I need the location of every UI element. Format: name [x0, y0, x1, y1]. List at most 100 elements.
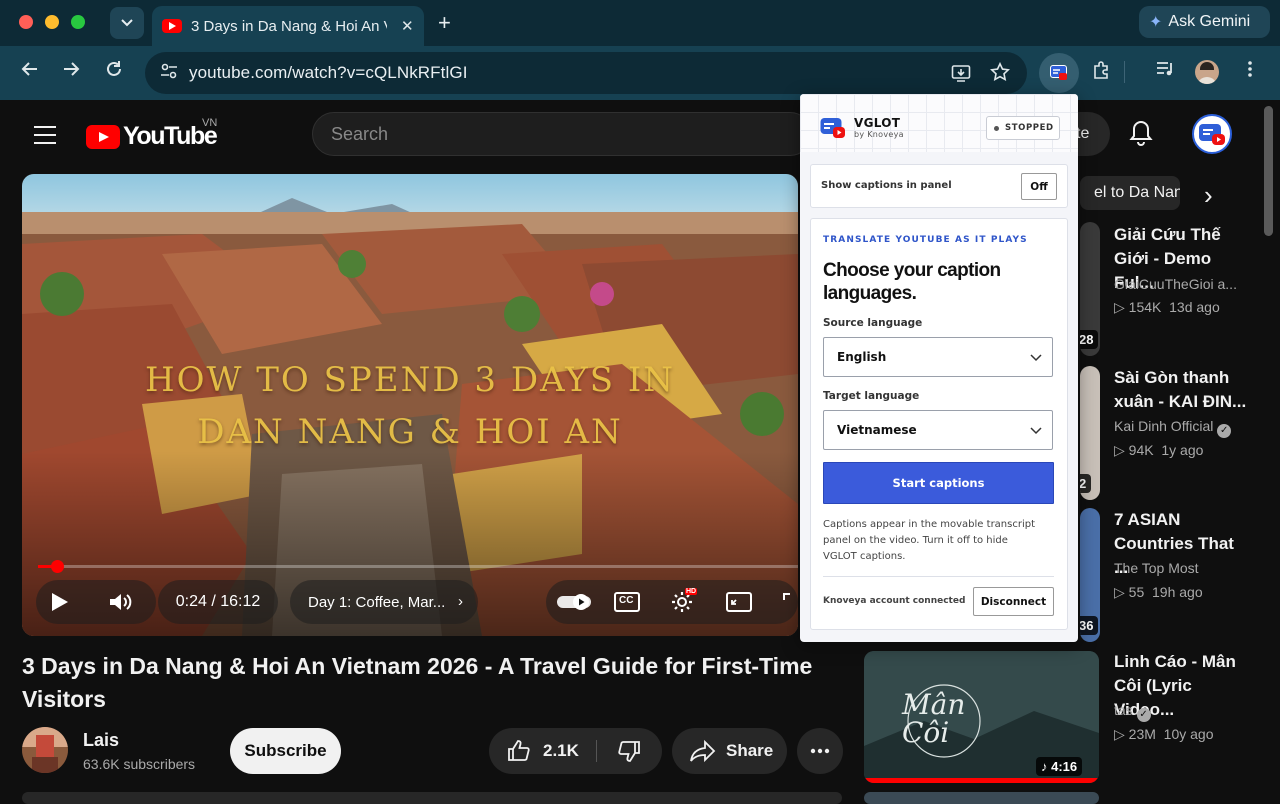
brand-byline: by Knoveya	[854, 130, 904, 139]
verified-badge-icon: ✓	[1136, 708, 1151, 722]
channel-avatar[interactable]	[22, 727, 68, 773]
play-icon	[52, 593, 68, 611]
target-language-select[interactable]: Vietnamese	[823, 410, 1053, 450]
chapter-button[interactable]: Day 1: Coffee, Mar... ›	[290, 580, 478, 624]
duration-badge: ♪ 4:16	[1036, 757, 1083, 776]
mute-button[interactable]	[108, 591, 134, 618]
ask-gemini-label: Ask Gemini	[1168, 13, 1251, 30]
chevron-right-icon: ›	[458, 593, 463, 610]
chevron-down-icon	[121, 19, 133, 27]
video-title: 3 Days in Da Nang & Hoi An Vietnam 2026 …	[22, 653, 813, 712]
vglot-icon	[1050, 65, 1067, 80]
brand-name: VGLOT	[854, 116, 901, 130]
like-divider	[596, 740, 597, 762]
share-label: Share	[726, 741, 774, 760]
status-text: STOPPED	[1005, 123, 1054, 133]
notifications-bell-icon[interactable]	[1129, 119, 1153, 152]
create-label: te	[1076, 125, 1090, 142]
cc-label: CC	[619, 595, 634, 606]
side-video-thumbnail[interactable]	[864, 792, 1099, 804]
thumbs-down-icon	[618, 741, 640, 762]
url-text: youtube.com/watch?v=cQLNkRFtlGI	[189, 63, 468, 82]
side-video-thumbnail[interactable]: 36	[1080, 508, 1100, 642]
guide-menu-button[interactable]	[34, 126, 56, 150]
profile-avatar[interactable]	[1195, 60, 1219, 84]
progress-bar[interactable]	[38, 560, 798, 573]
fullscreen-icon	[783, 593, 790, 600]
tab-strip: 3 Days in Da Nang & Hoi An Vietnam 2026 …	[0, 0, 1280, 46]
side-video-thumbnail[interactable]: 28	[1080, 222, 1100, 356]
channel-name[interactable]: Lais	[83, 730, 119, 751]
back-button[interactable]	[17, 60, 43, 86]
duration-badge: 28	[1080, 330, 1099, 349]
reload-button[interactable]	[101, 60, 127, 86]
chip-scroll-right-icon[interactable]: ›	[1204, 180, 1213, 211]
zoom-window-button[interactable]	[71, 15, 85, 29]
ask-gemini-button[interactable]: ✦ Ask Gemini	[1139, 6, 1270, 38]
address-bar[interactable]: youtube.com/watch?v=cQLNkRFtlGI	[145, 52, 1027, 94]
youtube-logo[interactable]: YouTube VN	[86, 117, 218, 151]
thumbs-up-icon	[508, 740, 530, 761]
browser-tab[interactable]: 3 Days in Da Nang & Hoi An Vietnam 2026 …	[152, 6, 424, 46]
vglot-extension-popup: VGLOT by Knoveya STOPPED Show captions i…	[800, 94, 1078, 642]
toggle-icon	[557, 594, 591, 610]
extensions-button[interactable]	[1089, 60, 1115, 88]
puzzle-piece-icon	[1094, 61, 1108, 79]
filter-chip[interactable]: el to Da Nang	[1080, 176, 1180, 210]
more-actions-button[interactable]	[797, 728, 843, 774]
autoplay-toggle[interactable]	[556, 592, 592, 617]
subscribe-button[interactable]: Subscribe	[230, 728, 341, 774]
play-volume-controls	[36, 580, 156, 624]
video-player[interactable]: HOW TO SPEND 3 DAYS IN DAN NANG & HOI AN…	[22, 174, 798, 636]
target-language-label: Target language	[823, 390, 920, 402]
show-captions-row: Show captions in panel Off	[810, 164, 1068, 208]
disconnect-button[interactable]: Disconnect	[973, 587, 1054, 616]
reload-icon	[107, 61, 121, 76]
vglot-extension-button[interactable]	[1039, 53, 1079, 93]
site-settings-icon[interactable]	[157, 63, 181, 84]
install-app-icon[interactable]	[951, 63, 971, 88]
progress-scrubber[interactable]	[51, 560, 64, 573]
tab-title: 3 Days in Da Nang & Hoi An Vietnam 2026 …	[191, 17, 387, 35]
miniplayer-button[interactable]	[726, 592, 752, 617]
toolbar-divider	[1124, 61, 1125, 83]
settings-button[interactable]: HD	[670, 588, 698, 619]
new-tab-button[interactable]: +	[438, 10, 451, 36]
close-window-button[interactable]	[19, 15, 33, 29]
close-tab-icon[interactable]: ✕	[401, 17, 414, 35]
hd-badge: HD	[685, 588, 698, 595]
side-video-thumbnail[interactable]: Mân Côi ♪ 4:16	[864, 651, 1099, 783]
like-button[interactable]	[507, 739, 531, 768]
search-input[interactable]: Search	[312, 112, 812, 156]
media-controls-button[interactable]	[1153, 60, 1179, 86]
account-avatar[interactable]	[1192, 114, 1232, 154]
minimize-window-button[interactable]	[45, 15, 59, 29]
bookmark-star-icon[interactable]	[989, 61, 1011, 87]
chevron-down-icon	[1030, 354, 1042, 362]
status-dot-icon	[994, 125, 999, 131]
browser-menu-button[interactable]	[1237, 60, 1263, 86]
dislike-button[interactable]	[617, 739, 641, 768]
share-button[interactable]: Share	[672, 728, 787, 774]
side-video-thumbnail[interactable]: 2	[1080, 366, 1100, 500]
side-video-title[interactable]: Sài Gòn thanh xuân - KAI ĐIN...	[1114, 366, 1250, 414]
video-overlay-line1: HOW TO SPEND 3 DAYS IN	[144, 360, 676, 400]
page-scrollbar[interactable]	[1264, 106, 1273, 236]
time-display: 0:24 / 16:12	[158, 580, 278, 624]
duration-badge: 36	[1080, 616, 1099, 635]
show-captions-label: Show captions in panel	[821, 180, 952, 191]
more-horizontal-icon	[810, 748, 830, 754]
description-box[interactable]	[22, 792, 842, 804]
tab-search-button[interactable]	[110, 7, 144, 39]
play-button[interactable]	[48, 591, 70, 618]
search-placeholder: Search	[331, 123, 389, 144]
fullscreen-button[interactable]	[782, 592, 798, 617]
captions-button[interactable]: CC	[614, 591, 640, 618]
eyebrow-text: TRANSLATE YOUTUBE AS IT PLAYS	[823, 235, 1028, 245]
show-captions-toggle[interactable]: Off	[1021, 173, 1057, 200]
start-captions-button[interactable]: Start captions	[823, 462, 1054, 504]
status-badge: STOPPED	[986, 116, 1060, 140]
source-language-select[interactable]: English	[823, 337, 1053, 377]
caption-settings-card: TRANSLATE YOUTUBE AS IT PLAYS Choose you…	[810, 218, 1068, 630]
forward-button[interactable]	[58, 60, 84, 86]
